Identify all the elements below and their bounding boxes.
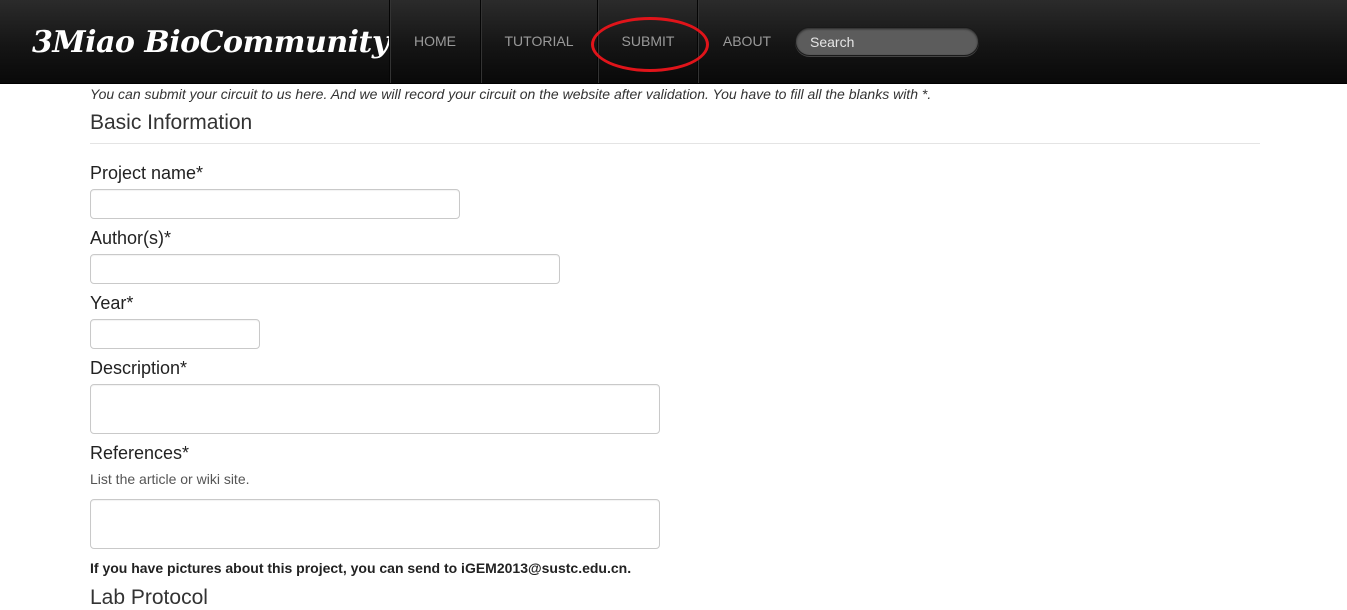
- nav-submit[interactable]: SUBMIT: [598, 0, 698, 83]
- section-title-basic-information: Basic Information: [90, 111, 253, 134]
- project-name-label: Project name*: [90, 163, 204, 183]
- section-divider: [90, 143, 1260, 144]
- nav-tutorial[interactable]: TUTORIAL: [481, 0, 597, 83]
- top-navbar: 3 3Miao BioCommunity HOME TUTORIAL SUBMI…: [0, 0, 1347, 84]
- search-input[interactable]: [795, 27, 979, 56]
- brand-link[interactable]: 3 3Miao BioCommunity: [30, 10, 389, 74]
- pictures-note: If you have pictures about this project,…: [90, 560, 632, 576]
- references-textarea[interactable]: [90, 499, 660, 549]
- nav-about[interactable]: ABOUT: [699, 0, 795, 83]
- nav-home[interactable]: HOME: [390, 0, 480, 83]
- references-help-text: List the article or wiki site.: [90, 471, 250, 487]
- year-label: Year*: [90, 293, 134, 313]
- description-textarea[interactable]: [90, 384, 660, 434]
- references-label: References*: [90, 443, 190, 463]
- nav-divider: [697, 0, 698, 83]
- description-label: Description*: [90, 358, 188, 378]
- authors-input[interactable]: [90, 254, 560, 284]
- brand-name: 3Miao BioCommunity: [32, 24, 389, 60]
- authors-label: Author(s)*: [90, 228, 172, 248]
- section-title-lab-protocol: Lab Protocol: [90, 586, 208, 609]
- year-input[interactable]: [90, 319, 260, 349]
- form-intro-text: You can submit your circuit to us here. …: [90, 86, 932, 102]
- project-name-input[interactable]: [90, 189, 460, 219]
